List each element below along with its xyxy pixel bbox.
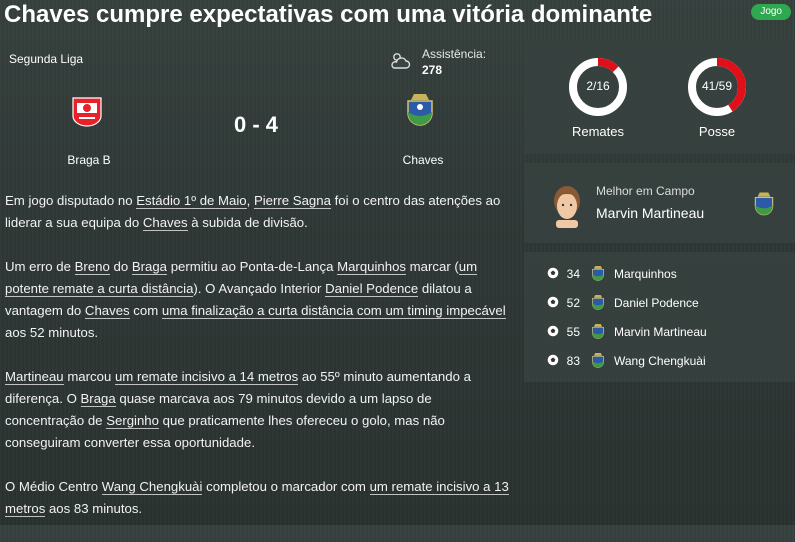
attendance-label: Assistência: <box>422 47 487 61</box>
goal-scorer-name[interactable]: Wang Chengkuài <box>614 354 706 368</box>
article-text: Um erro de <box>5 259 75 274</box>
article-text: marcou <box>63 369 115 384</box>
article-paragraph: Martineau marcou um remate incisivo a 14… <box>5 366 510 454</box>
goal-row[interactable]: 52 Daniel Podence <box>524 289 795 318</box>
possession-label: Posse <box>698 124 736 139</box>
article-link[interactable]: Pierre Sagna <box>253 193 331 209</box>
goal-scorer-name[interactable]: Marquinhos <box>614 267 677 281</box>
article-link[interactable]: Braga <box>131 259 168 275</box>
article-text: marcar ( <box>406 259 459 274</box>
article-headline: Chaves cumpre expectativas com uma vitór… <box>4 1 653 28</box>
goal-minute: 52 <box>566 296 580 310</box>
player-avatar[interactable] <box>546 182 588 228</box>
article-link[interactable]: Chaves <box>84 303 130 319</box>
home-team-name[interactable]: Braga B <box>60 153 118 167</box>
goal-scorer-name[interactable]: Daniel Podence <box>614 296 699 310</box>
home-team-crest-icon[interactable] <box>69 92 105 128</box>
club-crest-icon[interactable] <box>753 191 775 217</box>
football-icon <box>547 296 559 308</box>
motm-player-name[interactable]: Marvin Martineau <box>596 205 704 221</box>
article-link[interactable]: Breno <box>74 259 110 275</box>
article-link[interactable]: Serginho <box>106 413 159 429</box>
article-text: ). O Avançado Interior <box>193 281 326 296</box>
away-team-crest-icon[interactable] <box>405 92 435 128</box>
article-text: aos 52 minutos. <box>5 325 99 340</box>
goal-minute: 83 <box>566 354 580 368</box>
article-paragraph: Um erro de Breno do Braga permitiu ao Po… <box>5 256 510 344</box>
article-link[interactable]: Daniel Podence <box>325 281 419 297</box>
goal-row[interactable]: 55 Marvin Martineau <box>524 318 795 347</box>
football-icon <box>547 325 559 337</box>
shots-donut-chart[interactable]: 2/16 <box>568 57 628 117</box>
away-team-name[interactable]: Chaves <box>393 153 453 167</box>
article-text: , <box>246 193 254 208</box>
competition-name[interactable]: Segunda Liga <box>9 52 83 66</box>
shots-value: 2/16 <box>586 79 610 93</box>
cloud-icon <box>391 53 411 69</box>
article-text: à subida de divisão. <box>187 215 308 230</box>
match-report-article: Em jogo disputado no Estádio 1º de Maio,… <box>5 190 510 542</box>
article-text: completou o marcador com <box>202 479 370 494</box>
article-text: Em jogo disputado no <box>5 193 137 208</box>
article-link[interactable]: Martineau <box>5 369 64 385</box>
football-icon <box>547 354 559 366</box>
goal-minute: 55 <box>566 325 580 339</box>
goal-row[interactable]: 34 Marquinhos <box>524 260 795 289</box>
article-link[interactable]: Marquinhos <box>337 259 407 275</box>
article-link[interactable]: Wang Chengkuài <box>101 479 203 495</box>
goal-row[interactable]: 83 Wang Chengkuài <box>524 347 795 376</box>
article-text: permitiu ao Ponta-de-Lança <box>167 259 338 274</box>
match-score: 0 - 4 <box>233 112 279 137</box>
club-crest-icon <box>592 353 604 368</box>
article-text: com <box>129 303 162 318</box>
goal-scorer-name[interactable]: Marvin Martineau <box>614 325 707 339</box>
article-text: O Médio Centro <box>5 479 102 494</box>
attendance-value: 278 <box>422 63 443 77</box>
club-crest-icon <box>592 324 604 339</box>
shots-label: Remates <box>571 124 625 139</box>
club-crest-icon <box>592 295 604 310</box>
possession-donut-chart[interactable]: 41/59 <box>687 57 747 117</box>
article-paragraph: O Médio Centro Wang Chengkuài completou … <box>5 476 510 520</box>
article-text: aos 83 minutos. <box>45 501 143 516</box>
article-link[interactable]: um remate incisivo a 14 metros <box>114 369 299 385</box>
article-text: do <box>109 259 132 274</box>
article-link[interactable]: Estádio 1º de Maio <box>136 193 247 209</box>
goal-minute: 34 <box>566 267 580 281</box>
possession-value: 41/59 <box>701 79 733 93</box>
article-link[interactable]: Braga <box>80 391 116 407</box>
article-paragraph: Em jogo disputado no Estádio 1º de Maio,… <box>5 190 510 234</box>
football-icon <box>547 267 559 279</box>
article-link[interactable]: uma finalização a curta distância com um… <box>161 303 506 319</box>
motm-label: Melhor em Campo <box>596 184 695 198</box>
match-tag-badge[interactable]: Jogo <box>751 4 791 20</box>
article-link[interactable]: Chaves <box>142 215 188 231</box>
club-crest-icon <box>592 266 604 281</box>
